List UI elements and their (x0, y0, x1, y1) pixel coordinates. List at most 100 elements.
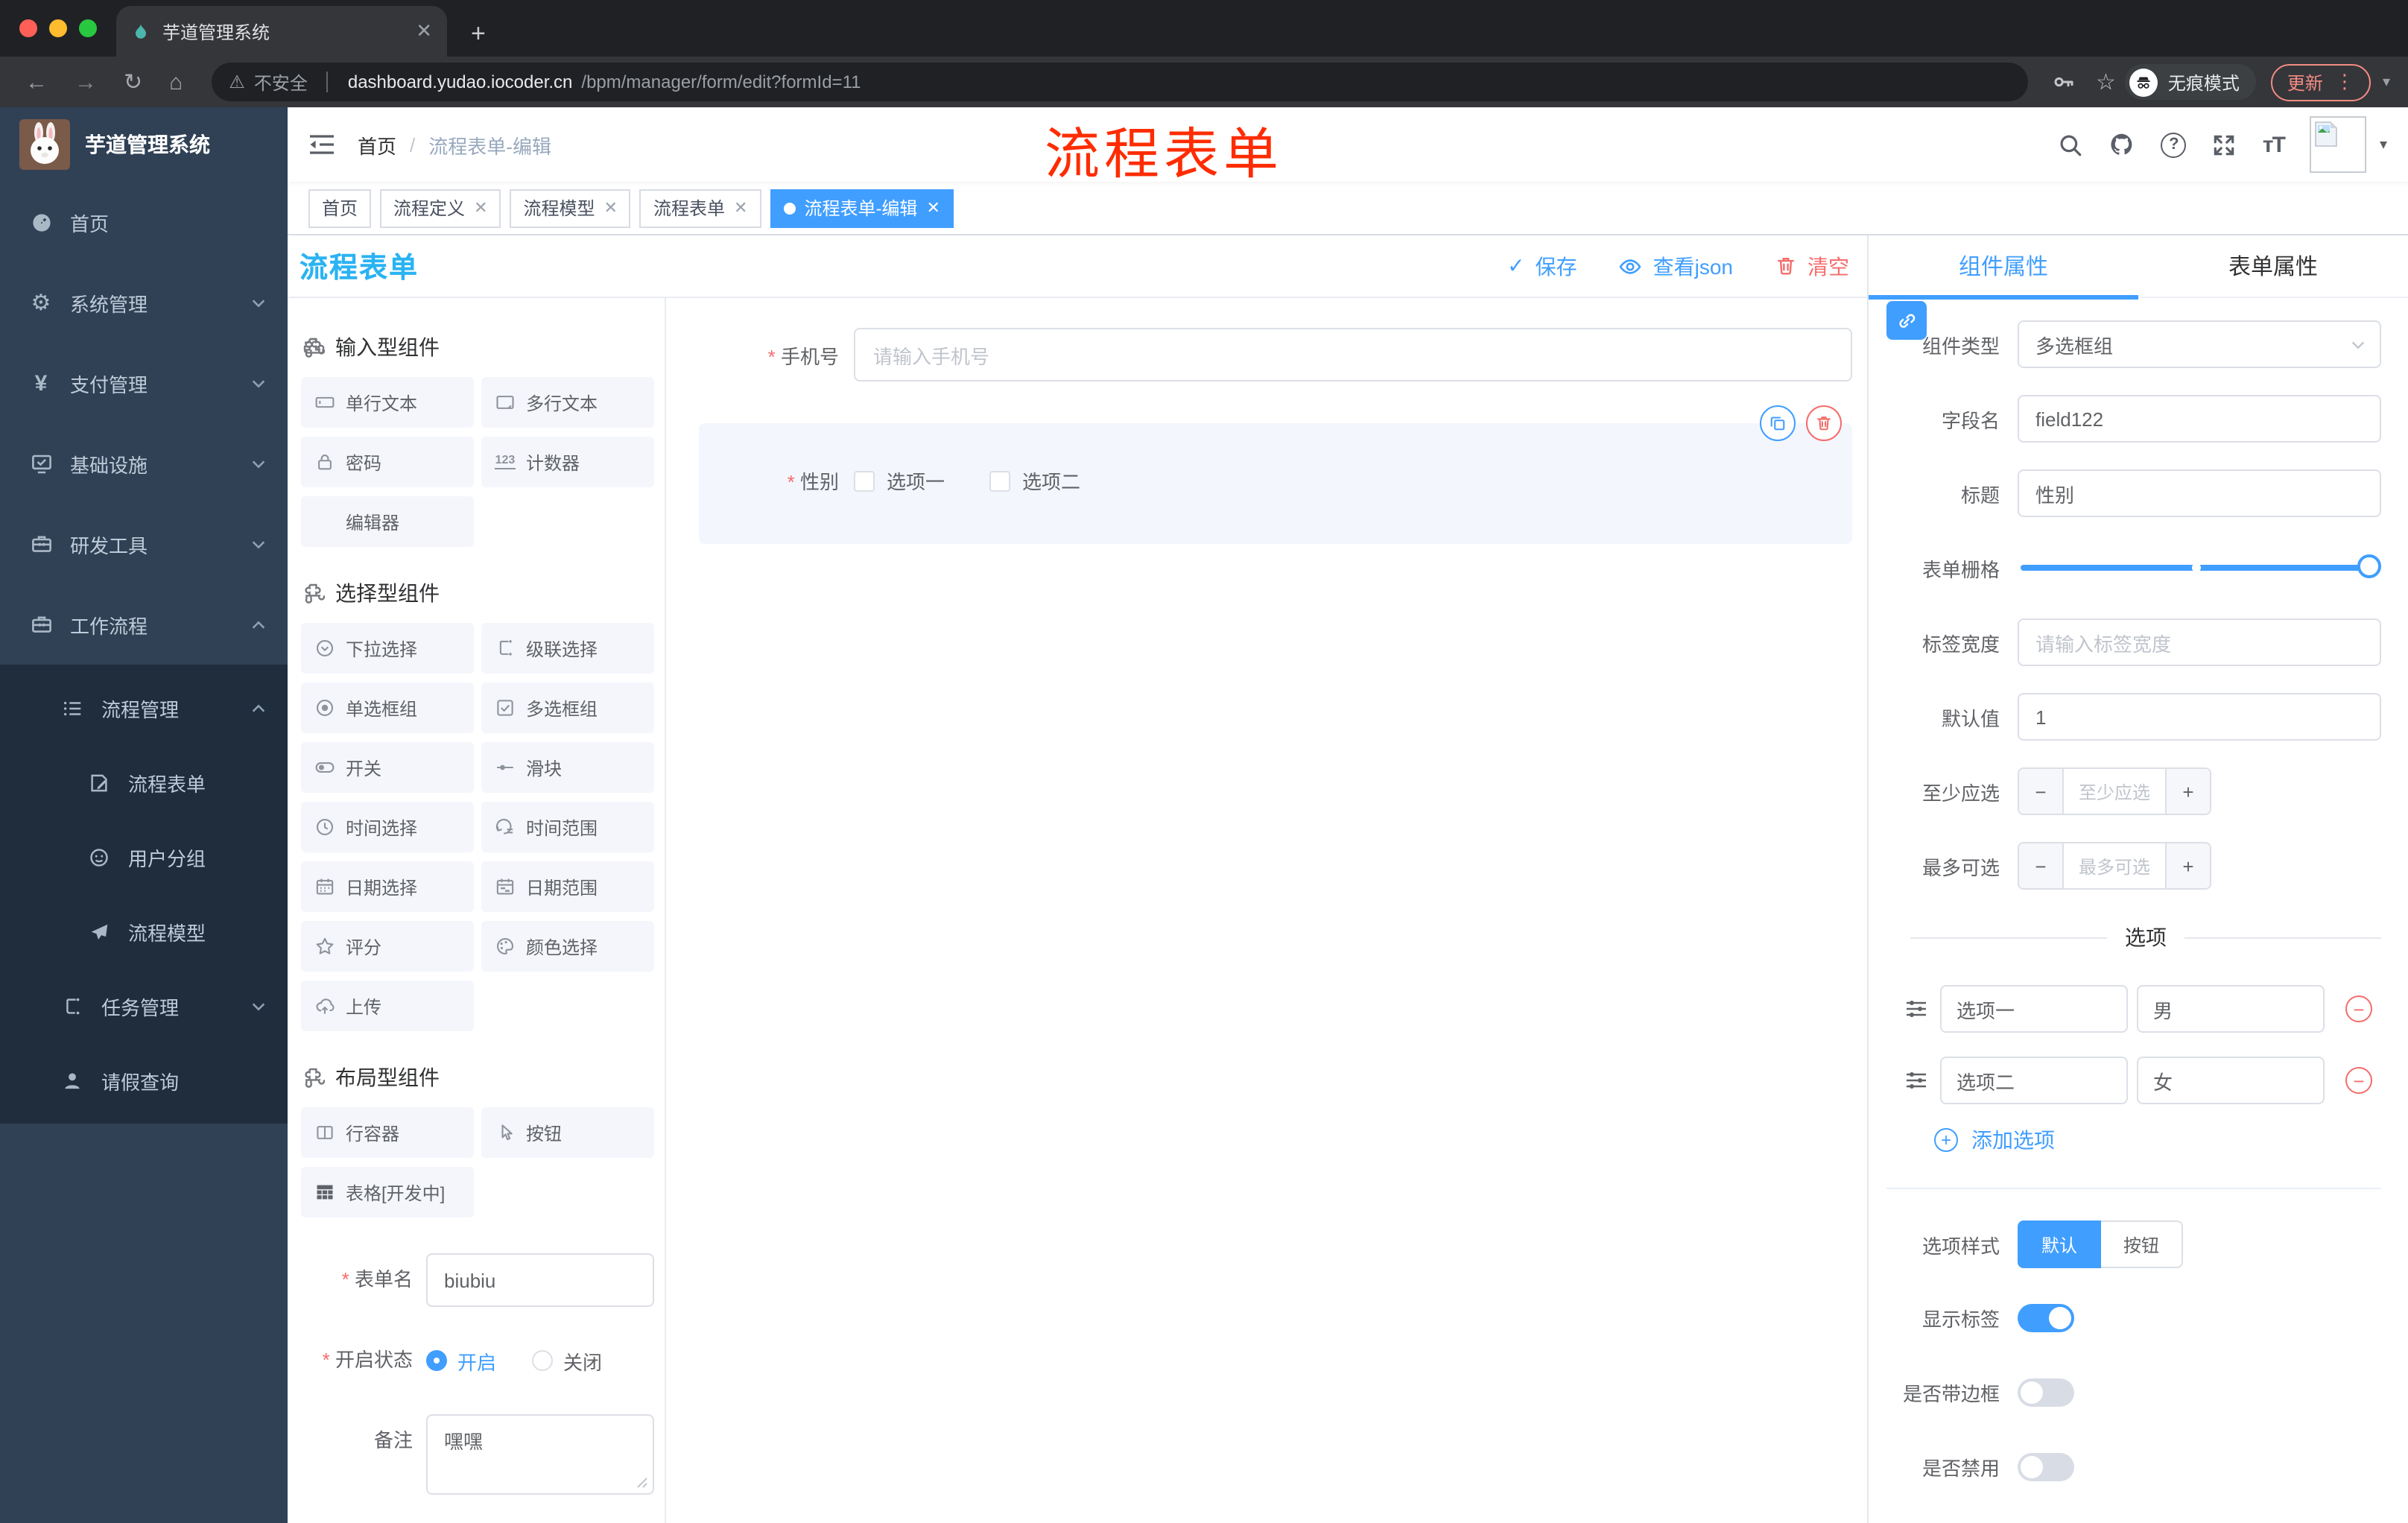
save-button[interactable]: ✓ 保存 (1507, 251, 1577, 281)
tag-process-form-edit[interactable]: 流程表单-编辑 ✕ (770, 189, 954, 227)
tag-process-model[interactable]: 流程模型 ✕ (510, 189, 631, 227)
tag-close-icon[interactable]: ✕ (734, 198, 747, 218)
sidebar-item-system[interactable]: ⚙ 系统管理 (0, 262, 288, 343)
clear-button[interactable]: 清空 (1775, 251, 1849, 281)
palette-item-rate[interactable]: 评分 (301, 921, 474, 972)
sidebar-item-infra[interactable]: 基础设施 (0, 423, 288, 504)
address-bar[interactable]: ⚠ 不安全 dashboard.yudao.iocoder.cn/bpm/man… (211, 63, 2029, 101)
browser-tab[interactable]: 芋道管理系统 ✕ (116, 6, 447, 57)
max-select-input[interactable]: 最多可选 (2062, 843, 2167, 888)
avatar[interactable] (2309, 116, 2366, 173)
palette-item-date-picker[interactable]: 日期选择 (301, 861, 474, 912)
tab-component-props[interactable]: 组件属性 (1869, 235, 2138, 297)
palette-item-select[interactable]: 下拉选择 (301, 623, 474, 674)
sidebar-item-process-model[interactable]: 流程模型 (0, 894, 288, 969)
drag-handle-icon[interactable] (1904, 1068, 1930, 1092)
with-border-toggle[interactable] (2018, 1378, 2074, 1407)
palette-item-table-dev[interactable]: 表格[开发中] (301, 1167, 474, 1218)
tag-close-icon[interactable]: ✕ (604, 198, 618, 218)
palette-item-button[interactable]: 按钮 (481, 1107, 654, 1158)
label-width-input[interactable]: 请输入标签宽度 (2018, 618, 2381, 666)
palette-item-single-line-text[interactable]: 单行文本 (301, 377, 474, 428)
resize-handle-icon[interactable] (636, 1477, 648, 1489)
remove-option-button[interactable]: − (2345, 1067, 2372, 1094)
remove-option-button[interactable]: − (2345, 995, 2372, 1022)
phone-input[interactable]: 请输入手机号 (854, 328, 1852, 381)
default-value-input[interactable]: 1 (2018, 693, 2381, 741)
option2-value-input[interactable]: 女 (2137, 1057, 2325, 1104)
stepper-increase-button[interactable]: + (2167, 843, 2210, 888)
sidebar-item-process-form[interactable]: 流程表单 (0, 745, 288, 820)
avatar-caret-icon[interactable]: ▾ (2380, 136, 2387, 153)
option2-label-input[interactable]: 选项二 (1940, 1057, 2128, 1104)
style-default-button[interactable]: 默认 (2018, 1220, 2102, 1268)
checkbox-option2[interactable] (989, 470, 1011, 491)
min-select-input[interactable]: 至少应选 (2062, 769, 2167, 814)
browser-menu-dots-icon[interactable]: ⋮ (2335, 70, 2354, 94)
palette-item-radio-group[interactable]: 单选框组 (301, 683, 474, 733)
stepper-decrease-button[interactable]: − (2019, 769, 2062, 814)
checkbox-option1[interactable] (854, 470, 875, 491)
tag-home[interactable]: 首页 (308, 189, 372, 227)
style-button-button[interactable]: 按钮 (2101, 1220, 2184, 1268)
sidebar-item-workflow[interactable]: 工作流程 (0, 584, 288, 665)
zoom-window-button[interactable] (79, 19, 97, 37)
palette-item-password[interactable]: 密码 (301, 437, 474, 487)
form-remark-textarea[interactable]: 嘿嘿 (426, 1414, 654, 1495)
sidebar-item-home[interactable]: 首页 (0, 182, 288, 262)
tab-form-props[interactable]: 表单属性 (2138, 235, 2408, 297)
title-input[interactable]: 性别 (2018, 469, 2381, 517)
tag-process-form[interactable]: 流程表单 ✕ (639, 189, 761, 227)
home-icon[interactable]: ⌂ (169, 69, 183, 95)
palette-item-row-container[interactable]: 行容器 (301, 1107, 474, 1158)
minimize-window-button[interactable] (49, 19, 67, 37)
palette-item-editor[interactable]: 编辑器 (301, 496, 474, 547)
sidebar-item-user-group[interactable]: 用户分组 (0, 820, 288, 894)
show-label-toggle[interactable] (2018, 1304, 2074, 1332)
delete-component-button[interactable] (1806, 405, 1842, 441)
canvas-field-gender-selected[interactable]: 性别 选项一 选项二 (699, 405, 1852, 544)
fullscreen-icon[interactable] (2212, 132, 2237, 157)
help-icon[interactable]: ? (2161, 132, 2187, 157)
palette-item-checkbox-group[interactable]: 多选框组 (481, 683, 654, 733)
tag-process-definition[interactable]: 流程定义 ✕ (380, 189, 501, 227)
drag-handle-icon[interactable] (1904, 997, 1930, 1021)
palette-item-cascader[interactable]: 级联选择 (481, 623, 654, 674)
github-icon[interactable] (2109, 131, 2136, 158)
stepper-decrease-button[interactable]: − (2019, 843, 2062, 888)
new-tab-button[interactable]: + (471, 21, 486, 46)
status-radio-on[interactable]: 开启 (426, 1346, 496, 1375)
add-option-button[interactable]: + 添加选项 (1934, 1125, 2381, 1155)
palette-item-slider[interactable]: 滑块 (481, 742, 654, 793)
palette-item-upload[interactable]: 上传 (301, 981, 474, 1031)
palette-item-time-picker[interactable]: 时间选择 (301, 802, 474, 852)
stepper-increase-button[interactable]: + (2167, 769, 2210, 814)
search-icon[interactable] (2059, 132, 2084, 157)
back-icon[interactable]: ← (25, 69, 48, 95)
close-window-button[interactable] (19, 19, 37, 37)
password-key-icon[interactable] (2053, 70, 2076, 94)
option1-value-input[interactable]: 男 (2137, 985, 2325, 1033)
copy-component-button[interactable] (1760, 405, 1796, 441)
sidebar-item-leave-query[interactable]: 请假查询 (0, 1043, 288, 1118)
forward-icon[interactable]: → (75, 69, 97, 95)
browser-caret-icon[interactable]: ▾ (2383, 74, 2390, 90)
tag-close-icon[interactable]: ✕ (926, 198, 940, 218)
component-type-select[interactable]: 多选框组 (2018, 320, 2381, 368)
disabled-toggle[interactable] (2018, 1453, 2074, 1481)
link-icon[interactable] (1886, 301, 1927, 340)
status-radio-off[interactable]: 关闭 (532, 1346, 602, 1375)
form-grid-slider[interactable] (2018, 544, 2381, 592)
breadcrumb-home[interactable]: 首页 (358, 130, 396, 159)
slider-handle[interactable] (2357, 554, 2381, 578)
collapse-sidebar-icon[interactable] (308, 133, 335, 156)
reload-icon[interactable]: ↻ (124, 69, 142, 95)
tag-close-icon[interactable]: ✕ (474, 198, 487, 218)
update-browser-button[interactable]: 更新 ⋮ (2270, 63, 2371, 101)
sidebar-item-devtools[interactable]: 研发工具 (0, 504, 288, 584)
option1-label-input[interactable]: 选项一 (1940, 985, 2128, 1033)
palette-item-date-range[interactable]: 日期范围 (481, 861, 654, 912)
font-size-icon[interactable]: ᴛT (2263, 132, 2286, 157)
palette-item-counter[interactable]: 123 计数器 (481, 437, 654, 487)
palette-item-color-picker[interactable]: 颜色选择 (481, 921, 654, 972)
